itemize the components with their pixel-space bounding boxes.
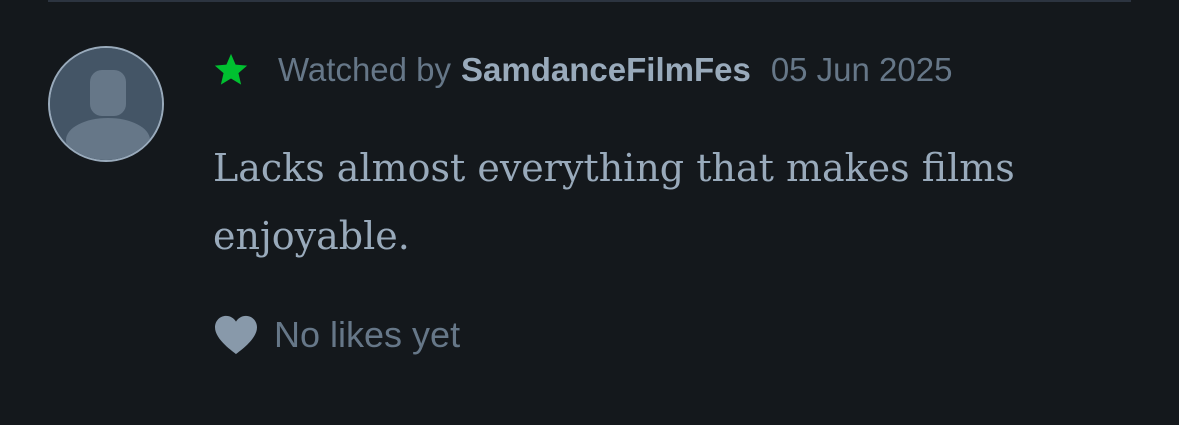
likes-count-label: No likes yet <box>274 314 461 355</box>
watched-by-label: Watched by <box>278 51 452 88</box>
top-divider <box>48 0 1131 2</box>
review-meta: Watched by SamdanceFilmFes 05 Jun 2025 <box>212 48 952 92</box>
review-date[interactable]: 05 Jun 2025 <box>771 51 953 89</box>
like-button[interactable]: No likes yet <box>212 312 460 358</box>
star-icon <box>214 53 248 85</box>
user-avatar[interactable] <box>48 46 164 162</box>
heart-icon[interactable] <box>212 314 260 356</box>
review-body: Lacks almost everything that makes films… <box>213 146 1015 258</box>
username-link[interactable]: SamdanceFilmFes <box>461 51 751 89</box>
default-avatar-icon <box>50 48 162 160</box>
